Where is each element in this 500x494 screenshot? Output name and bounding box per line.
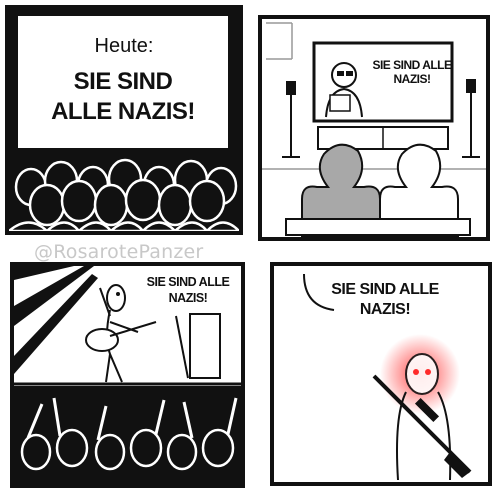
singer-speech: SIE SIND ALLE NAZIS! — [142, 274, 234, 306]
tv-caption: SIE SIND ALLE NAZIS! — [372, 58, 452, 86]
sniper-speech: SIE SIND ALLE NAZIS! — [331, 281, 439, 318]
screen-headline: SIE SIND ALLE NAZIS! — [51, 68, 195, 125]
panel-concert: SIE SIND ALLE NAZIS! — [10, 262, 245, 488]
screen-heute-text: Heute: — [94, 35, 154, 57]
panel-cinema: Heute: SIE SIND ALLE NAZIS! — [5, 5, 243, 235]
panel-tv: SIE SIND ALLE NAZIS! — [258, 15, 490, 241]
living-room-drawing — [262, 22, 486, 237]
watermark: @RosarotePanzer — [34, 241, 204, 263]
panel-sniper: SIE SIND ALLE NAZIS! — [270, 262, 492, 486]
